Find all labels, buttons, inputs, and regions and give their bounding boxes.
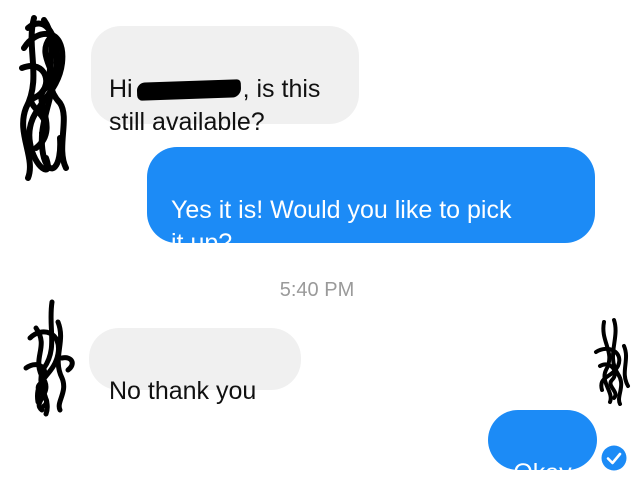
avatar[interactable] [16, 8, 74, 186]
sent-message-bubble[interactable]: Yes it is! Would you like to pick it up? [147, 147, 595, 257]
message-thread: Hi, is this still available? Yes it is! … [0, 0, 640, 487]
avatar[interactable] [590, 316, 636, 406]
message-timestamp: 5:40 PM [279, 279, 355, 301]
message-text: Okay [513, 459, 572, 487]
message-text: No thank you [109, 377, 257, 405]
message-text: Hi [109, 75, 133, 103]
redacted-name [136, 79, 241, 101]
check-circle-icon [600, 444, 628, 472]
avatar[interactable] [22, 298, 80, 418]
message-text: Yes it is! Would you like to pick it up? [171, 196, 512, 257]
sent-message-bubble[interactable]: Okay [488, 410, 597, 487]
received-message-bubble[interactable]: No thank you [89, 328, 301, 405]
received-message-bubble[interactable]: Hi, is this still available? [91, 26, 359, 136]
